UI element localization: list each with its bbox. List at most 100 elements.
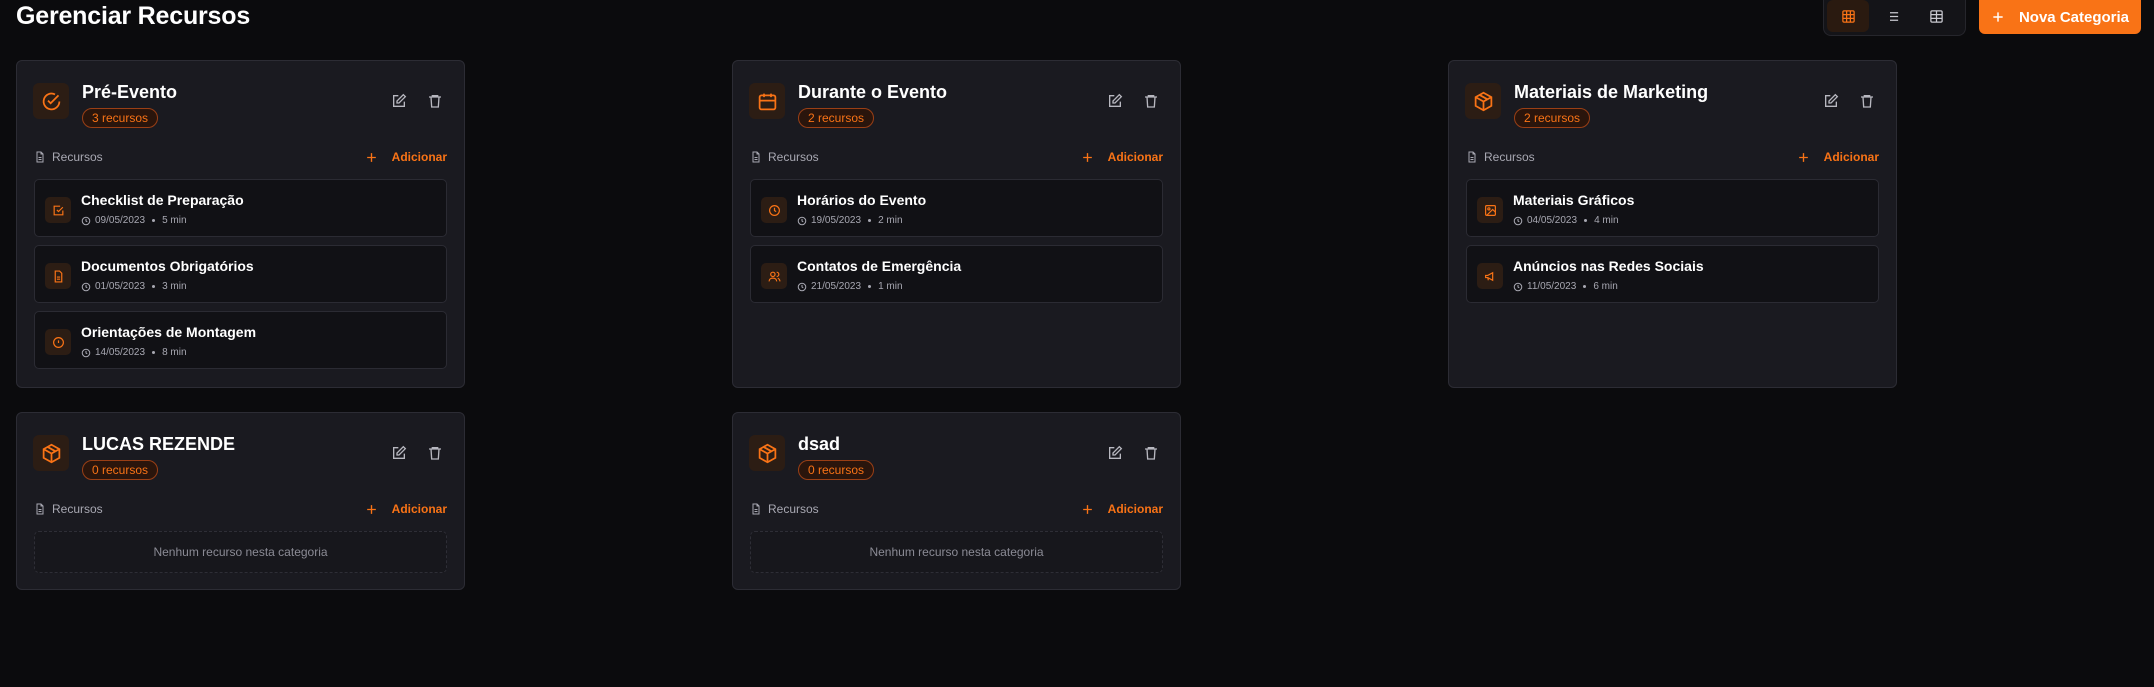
edit-icon[interactable] (391, 93, 407, 109)
resource-title: Anúncios nas Redes Sociais (1513, 258, 1704, 274)
edit-icon[interactable] (1107, 93, 1123, 109)
category-card: dsad 0 recursos Recursos Adicionar Nenhu… (732, 412, 1181, 590)
toolbar: Nova Categoria (1823, 0, 2154, 36)
info-icon (45, 329, 71, 355)
file-icon (36, 151, 44, 163)
resource-duration: 3 min (162, 281, 187, 292)
empty-state: Nenhum recurso nesta categoria (750, 531, 1163, 573)
clock-icon (797, 216, 807, 225)
category-card: Durante o Evento 2 recursos Recursos Adi… (732, 60, 1181, 388)
trash-icon[interactable] (427, 445, 443, 461)
grid-view-button[interactable] (1827, 0, 1869, 32)
calendar-icon (749, 83, 785, 119)
category-name: Materiais de Marketing (1514, 82, 1709, 102)
clock-icon (1513, 282, 1523, 291)
view-switch (1823, 0, 1966, 36)
resource-count-badge: 0 recursos (798, 460, 875, 480)
resource-title: Checklist de Preparação (81, 192, 244, 208)
plus-icon (1798, 152, 1808, 162)
resources-label: Recursos (768, 150, 819, 164)
category-card: Pré-Evento 3 recursos Recursos Adicionar… (16, 60, 465, 388)
add-label: Adicionar (1823, 150, 1879, 164)
resource-item[interactable]: Contatos de Emergência 21/05/2023 1 min (750, 245, 1163, 303)
resource-item[interactable]: Documentos Obrigatórios 01/05/2023 3 min (34, 245, 447, 303)
resource-title: Orientações de Montagem (81, 324, 257, 340)
clock-icon (81, 348, 91, 357)
resource-date: 14/05/2023 (95, 347, 146, 358)
trash-icon[interactable] (427, 93, 443, 109)
clock-icon (81, 216, 91, 225)
box-icon (1465, 83, 1501, 119)
resource-count-badge: 3 recursos (82, 108, 159, 128)
trash-icon[interactable] (1859, 93, 1875, 109)
resource-count-badge: 2 recursos (1514, 108, 1591, 128)
new-category-label: Nova Categoria (2018, 8, 2130, 26)
resource-title: Horários do Evento (797, 192, 927, 208)
category-name: Durante o Evento (798, 82, 948, 102)
resource-duration: 5 min (162, 215, 187, 226)
file-icon (36, 503, 44, 515)
table-view-button[interactable] (1915, 0, 1957, 32)
trash-icon[interactable] (1143, 93, 1159, 109)
image-icon (1477, 197, 1503, 223)
plus-icon (366, 152, 376, 162)
resources-label: Recursos (52, 150, 103, 164)
list-view-button[interactable] (1871, 0, 1913, 32)
resource-item[interactable]: Horários do Evento 19/05/2023 2 min (750, 179, 1163, 237)
checkbox-icon (45, 197, 71, 223)
resource-duration: 6 min (1593, 281, 1618, 292)
category-name: LUCAS REZENDE (82, 434, 236, 454)
resource-item[interactable]: Materiais Gráficos 04/05/2023 4 min (1466, 179, 1879, 237)
resource-date: 21/05/2023 (811, 281, 862, 292)
plus-icon (1082, 504, 1092, 514)
resource-duration: 1 min (878, 281, 903, 292)
file-icon (752, 503, 760, 515)
edit-icon[interactable] (1823, 93, 1839, 109)
resource-count-badge: 0 recursos (82, 460, 159, 480)
file-icon (752, 151, 760, 163)
clock-icon (1513, 216, 1523, 225)
clock-icon (81, 282, 91, 291)
check-circle-icon (33, 83, 69, 119)
box-icon (33, 435, 69, 471)
resource-title: Documentos Obrigatórios (81, 258, 254, 274)
resources-label: Recursos (52, 502, 103, 516)
plus-icon (1993, 12, 2003, 22)
edit-icon[interactable] (1107, 445, 1123, 461)
clock-icon (761, 197, 787, 223)
resource-duration: 2 min (878, 215, 903, 226)
page-title: Gerenciar Recursos (16, 2, 251, 30)
resource-date: 01/05/2023 (95, 281, 146, 292)
resource-item[interactable]: Anúncios nas Redes Sociais 11/05/2023 6 m… (1466, 245, 1879, 303)
add-resource-button[interactable]: Adicionar (365, 150, 447, 164)
category-card: LUCAS REZENDE 0 recursos Recursos Adicio… (16, 412, 465, 590)
add-resource-button[interactable]: Adicionar (365, 502, 447, 516)
add-resource-button[interactable]: Adicionar (1797, 150, 1879, 164)
list-icon (1886, 11, 1898, 21)
document-icon (45, 263, 71, 289)
add-resource-button[interactable]: Adicionar (1081, 502, 1163, 516)
resource-item[interactable]: Checklist de Preparação 09/05/2023 5 min (34, 179, 447, 237)
box-icon (749, 435, 785, 471)
table-icon (1929, 9, 1943, 23)
resource-title: Materiais Gráficos (1513, 192, 1635, 208)
resource-date: 11/05/2023 (1527, 281, 1577, 292)
edit-icon[interactable] (391, 445, 407, 461)
add-resource-button[interactable]: Adicionar (1081, 150, 1163, 164)
resource-title: Contatos de Emergência (797, 258, 962, 274)
resources-label: Recursos (768, 502, 819, 516)
resource-date: 09/05/2023 (95, 215, 146, 226)
file-icon (1468, 151, 1476, 163)
plus-icon (366, 504, 376, 514)
resources-label: Recursos (1484, 150, 1535, 164)
users-icon (761, 263, 787, 289)
resource-date: 04/05/2023 (1527, 215, 1578, 226)
new-category-button[interactable]: Nova Categoria (1979, 0, 2141, 34)
resource-item[interactable]: Orientações de Montagem 14/05/2023 8 min (34, 311, 447, 369)
add-label: Adicionar (391, 502, 447, 516)
category-card: Materiais de Marketing 2 recursos Recurs… (1448, 60, 1897, 388)
trash-icon[interactable] (1143, 445, 1159, 461)
megaphone-icon (1477, 263, 1503, 289)
empty-state: Nenhum recurso nesta categoria (34, 531, 447, 573)
clock-icon (797, 282, 807, 291)
